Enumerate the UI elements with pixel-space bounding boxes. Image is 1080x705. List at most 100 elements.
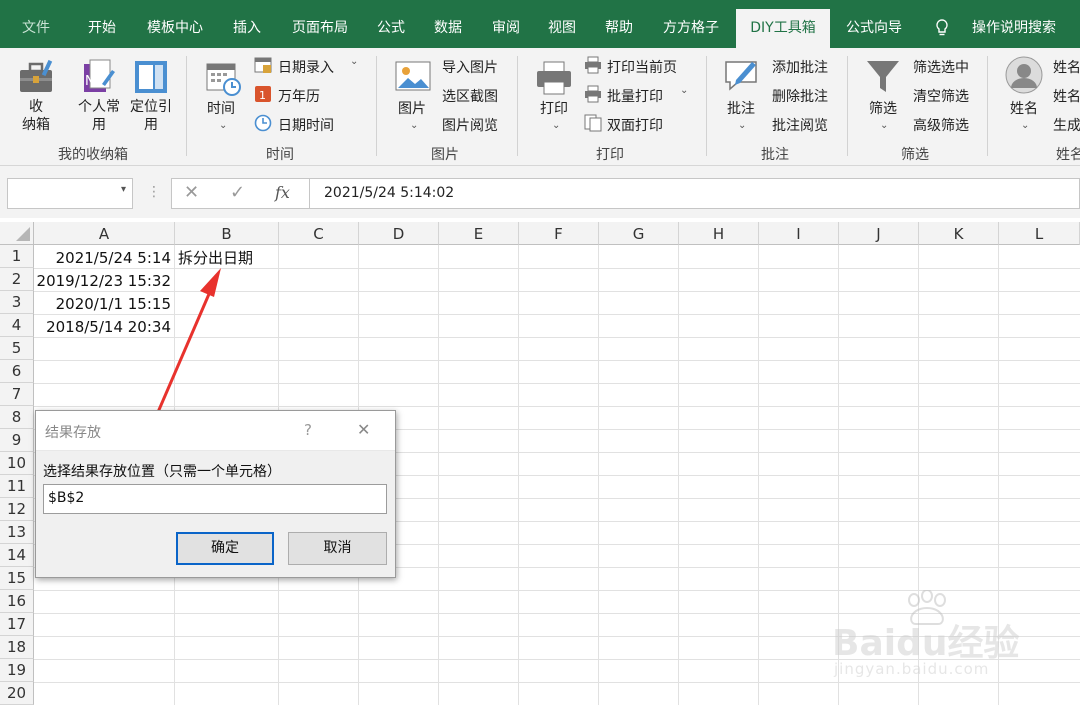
name-box[interactable]: ▾ [7,178,133,209]
btn-locate-reference[interactable]: 定位引 用 [128,98,174,134]
column-header-j[interactable]: J [839,222,919,245]
cancel-icon[interactable]: ✕ [184,182,199,203]
chevron-down-icon: ⌄ [410,120,419,131]
btn-filter-selected[interactable]: 筛选选中 [913,57,969,77]
btn-batch-print[interactable]: 批量打印 [607,86,663,106]
btn-name[interactable]: 姓名 [1010,98,1038,118]
btn-picture[interactable]: 图片 [398,98,426,118]
tab-help[interactable]: 帮助 [597,0,641,48]
cell-a1[interactable]: 2021/5/24 5:14 [35,246,171,269]
tab-data[interactable]: 数据 [426,0,470,48]
column-header-g[interactable]: G [599,222,679,245]
row-header-16[interactable]: 16 [0,590,34,613]
duplex-print-icon [584,114,602,132]
btn-duplex-print[interactable]: 双面打印 [607,115,663,135]
column-header-b[interactable]: B [175,222,279,245]
group-label-comment: 批注 [761,147,789,163]
ribbon-separator [186,56,187,156]
chevron-down-icon[interactable]: ▾ [121,184,126,195]
btn-picture-browse[interactable]: 图片阅览 [442,115,498,135]
btn-name-generate[interactable]: 生成 [1053,115,1080,135]
btn-add-comment[interactable]: 添加批注 [772,57,828,77]
row-header-10[interactable]: 10 [0,452,34,475]
result-location-input[interactable]: $B$2 [43,484,387,514]
btn-name-item-1[interactable]: 姓名 [1053,57,1080,77]
btn-import-picture[interactable]: 导入图片 [442,57,498,77]
column-header-k[interactable]: K [919,222,999,245]
ok-button[interactable]: 确定 [176,532,274,565]
row-header-2[interactable]: 2 [0,268,34,291]
column-header-a[interactable]: A [34,222,175,245]
cell-b1[interactable]: 拆分出日期 [178,246,278,269]
tab-insert[interactable]: 插入 [225,0,269,48]
column-header-c[interactable]: C [279,222,359,245]
row-header-7[interactable]: 7 [0,383,34,406]
group-label-print: 打印 [596,147,624,163]
tab-page-layout[interactable]: 页面布局 [285,0,355,48]
row-header-13[interactable]: 13 [0,521,34,544]
cancel-button[interactable]: 取消 [288,532,387,565]
tab-fangfang[interactable]: 方方格子 [655,0,727,48]
btn-advanced-filter[interactable]: 高级筛选 [913,115,969,135]
tab-template-center[interactable]: 模板中心 [140,0,210,48]
row-header-4[interactable]: 4 [0,314,34,337]
btn-print-current-page[interactable]: 打印当前页 [607,57,677,77]
btn-comment[interactable]: 批注 [727,98,755,118]
tab-formula-wizard[interactable]: 公式向导 [838,0,910,48]
tab-review[interactable]: 审阅 [484,0,528,48]
btn-region-screenshot[interactable]: 选区截图 [442,86,498,106]
help-button[interactable]: ? [304,421,312,439]
column-header-e[interactable]: E [439,222,519,245]
btn-perpetual-calendar[interactable]: 万年历 [278,86,320,106]
tab-diy-toolbox[interactable]: DIY工具箱 [736,9,830,48]
btn-clear-filter[interactable]: 清空筛选 [913,86,969,106]
close-icon[interactable]: ✕ [357,420,370,439]
tab-home[interactable]: 开始 [78,0,126,48]
btn-collection-box[interactable]: 收 纳箱 [20,98,52,134]
tab-file[interactable]: 文件 [14,0,58,48]
btn-date-time[interactable]: 日期时间 [278,115,334,135]
btn-delete-comment[interactable]: 删除批注 [772,86,828,106]
btn-time[interactable]: 时间 [207,98,235,118]
row-header-1[interactable]: 1 [0,245,34,268]
result-location-dialog: 结果存放 ? ✕ 选择结果存放位置（只需一个单元格） $B$2 确定 取消 [35,410,396,578]
btn-print[interactable]: 打印 [540,98,568,118]
vertical-dots-icon: ⋮ [147,184,161,200]
btn-date-entry[interactable]: 日期录入 [278,57,334,77]
row-header-6[interactable]: 6 [0,360,34,383]
row-header-20[interactable]: 20 [0,682,34,705]
row-header-11[interactable]: 11 [0,475,34,498]
row-header-18[interactable]: 18 [0,636,34,659]
row-header-19[interactable]: 19 [0,659,34,682]
svg-text:N: N [85,74,95,89]
row-header-15[interactable]: 15 [0,567,34,590]
formula-input[interactable]: 2021/5/24 5:14:02 [310,178,1080,209]
row-header-3[interactable]: 3 [0,291,34,314]
row-header-5[interactable]: 5 [0,337,34,360]
column-header-l[interactable]: L [999,222,1080,245]
ribbon-separator [376,56,377,156]
btn-filter[interactable]: 筛选 [869,98,897,118]
tab-view[interactable]: 视图 [540,0,584,48]
row-header-17[interactable]: 17 [0,613,34,636]
btn-personal-common[interactable]: 个人常 用 [76,98,122,134]
row-header-12[interactable]: 12 [0,498,34,521]
cell-a2[interactable]: 2019/12/23 15:32 [35,269,171,292]
btn-browse-comment[interactable]: 批注阅览 [772,115,828,135]
insert-function-button[interactable]: fx [275,183,290,202]
select-all-corner[interactable] [0,222,34,245]
row-header-14[interactable]: 14 [0,544,34,567]
cell-a4[interactable]: 2018/5/14 20:34 [35,315,171,338]
picture-icon [395,61,431,91]
column-header-h[interactable]: H [679,222,759,245]
row-header-8[interactable]: 8 [0,406,34,429]
column-header-d[interactable]: D [359,222,439,245]
cell-a3[interactable]: 2020/1/1 15:15 [35,292,171,315]
confirm-icon[interactable]: ✓ [230,182,245,203]
column-header-i[interactable]: I [759,222,839,245]
column-header-f[interactable]: F [519,222,599,245]
tab-formulas[interactable]: 公式 [370,0,412,48]
row-header-9[interactable]: 9 [0,429,34,452]
tell-me-search[interactable]: 操作说明搜索 [962,0,1066,48]
btn-name-item-2[interactable]: 姓名 [1053,86,1080,106]
